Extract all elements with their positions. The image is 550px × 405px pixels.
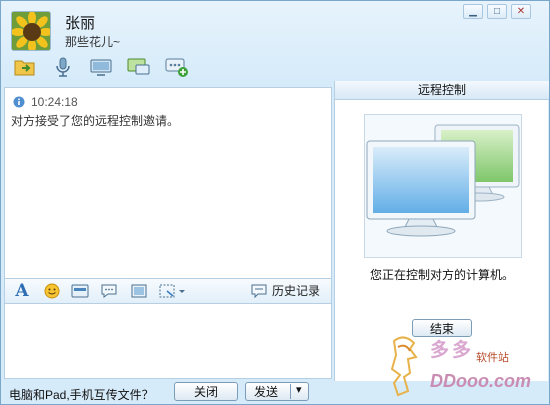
remote-control-button[interactable] xyxy=(127,55,165,79)
info-icon xyxy=(13,96,25,108)
video-call-icon xyxy=(90,59,112,76)
close-button[interactable]: 关闭 xyxy=(174,382,238,401)
avatar[interactable] xyxy=(11,11,51,51)
history-button[interactable]: 历史记录 xyxy=(251,282,320,299)
history-icon xyxy=(251,284,267,298)
remote-control-title: 远程控制 xyxy=(335,81,549,100)
chat-window: 张丽 那些花儿~ ▁ □ ✕ 10:24:18 对方接受了您的远程控制邀请。 A… xyxy=(0,0,550,405)
image-icon xyxy=(131,284,147,298)
message-header: 10:24:18 xyxy=(13,95,78,109)
remote-control-description: 您正在控制对方的计算机。 xyxy=(369,268,514,282)
send-options-dropdown[interactable]: ▾ xyxy=(296,383,302,396)
screenshot-icon xyxy=(159,284,185,298)
watermark-title: 多多 xyxy=(430,340,475,361)
format-toolbar: A 历史记录 xyxy=(4,279,332,303)
app-more-icon xyxy=(165,58,188,77)
remote-control-icon xyxy=(127,58,150,75)
message-area[interactable]: 10:24:18 对方接受了您的远程控制邀请。 xyxy=(4,87,332,279)
watermark-domain: DDooo.com xyxy=(430,371,531,391)
toolbar xyxy=(13,55,203,79)
minimize-button[interactable]: ▁ xyxy=(463,4,483,19)
message-input[interactable] xyxy=(4,303,332,379)
smiley-icon xyxy=(44,283,60,299)
font-button[interactable]: A xyxy=(11,281,33,301)
send-divider xyxy=(290,384,291,399)
history-label: 历史记录 xyxy=(272,284,321,298)
send-label: 发送 xyxy=(254,385,279,399)
file-transfer-hint-link[interactable]: 电脑和Pad,手机互传文件？ xyxy=(9,386,154,403)
video-call-button[interactable] xyxy=(89,55,127,79)
image-button[interactable] xyxy=(128,281,150,301)
screenshot-button[interactable] xyxy=(157,281,187,301)
speech-bubble-icon xyxy=(101,284,117,298)
message-time: 10:24:18 xyxy=(31,95,78,109)
sunflower-avatar-icon xyxy=(12,12,50,50)
font-icon: A xyxy=(15,281,29,301)
contact-status: 那些花儿~ xyxy=(65,35,121,49)
send-button[interactable]: 发送 ▾ xyxy=(245,382,309,401)
watermark-logo: 多多 软件站 DDooo.com xyxy=(376,331,548,401)
two-monitors-icon xyxy=(366,124,520,237)
emoji-button[interactable] xyxy=(41,281,63,301)
file-transfer-icon xyxy=(14,60,35,76)
gallery-icon xyxy=(71,284,89,298)
voice-call-icon xyxy=(56,57,70,77)
remote-control-illustration xyxy=(364,114,522,258)
message-text: 对方接受了您的远程控制邀请。 xyxy=(11,114,180,128)
header: 张丽 那些花儿~ ▁ □ ✕ xyxy=(1,1,549,83)
voice-call-button[interactable] xyxy=(51,55,89,79)
watermark-subtitle: 软件站 xyxy=(476,352,509,364)
file-transfer-button[interactable] xyxy=(13,55,51,79)
close-window-button[interactable]: ✕ xyxy=(511,4,531,19)
maximize-button[interactable]: □ xyxy=(487,4,507,19)
app-more-button[interactable] xyxy=(165,55,203,79)
shake-button[interactable] xyxy=(98,281,120,301)
magic-emoticon-button[interactable] xyxy=(69,281,91,301)
contact-name: 张丽 xyxy=(65,15,96,32)
horse-logo-icon xyxy=(390,336,418,397)
